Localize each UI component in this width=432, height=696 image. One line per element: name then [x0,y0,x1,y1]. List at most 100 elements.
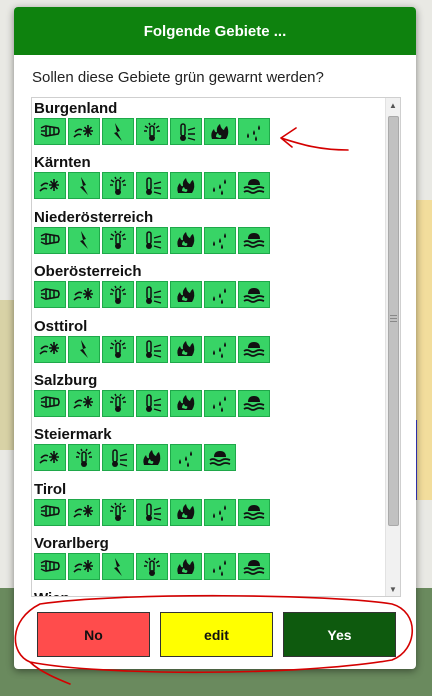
region-name: Kärnten [34,154,91,172]
warning-icon-row [33,281,383,309]
warning-icon-row [33,389,383,417]
rain-icon[interactable] [170,444,202,472]
snow-rain-icon[interactable] [34,335,66,363]
snow-rain-icon[interactable] [68,389,100,417]
forest-fire-icon[interactable] [136,444,168,472]
dialog-footer: No edit Yes [14,605,416,669]
region-name: Vorarlberg [34,535,109,553]
wind-icon[interactable] [34,553,66,581]
cold-icon[interactable] [136,389,168,417]
forest-fire-icon[interactable] [170,172,202,200]
heat-icon[interactable] [68,444,100,472]
cold-icon[interactable] [136,226,168,254]
region-row: Steiermark [33,424,383,478]
yes-button[interactable]: Yes [283,612,396,657]
thunderstorm-icon[interactable] [102,553,134,581]
flood-icon[interactable] [238,389,270,417]
map-border-line [415,420,432,500]
region-row: Vorarlberg [33,533,383,587]
region-name: Tirol [34,480,67,498]
snow-rain-icon[interactable] [68,498,100,526]
rain-icon[interactable] [204,553,236,581]
snow-rain-icon[interactable] [34,172,66,200]
forest-fire-icon[interactable] [170,281,202,309]
wind-icon[interactable] [34,118,66,145]
scroll-up-arrow-icon[interactable]: ▲ [386,98,400,112]
flood-icon[interactable] [238,172,270,200]
flood-icon[interactable] [238,226,270,254]
heat-icon[interactable] [136,553,168,581]
wind-icon[interactable] [34,498,66,526]
warning-icon-row [33,226,383,254]
forest-fire-icon[interactable] [170,498,202,526]
rain-icon[interactable] [204,335,236,363]
region-name: Burgenland [34,100,118,117]
rain-icon[interactable] [204,172,236,200]
snow-rain-icon[interactable] [68,281,100,309]
forest-fire-icon[interactable] [170,335,202,363]
flood-icon[interactable] [204,444,236,472]
wind-icon[interactable] [34,389,66,417]
region-row: Tirol [33,479,383,533]
region-list[interactable]: Burgenland Kärnten Niederösterreich Oberöst… [31,97,401,597]
snow-rain-icon[interactable] [68,118,100,145]
flood-icon[interactable] [238,335,270,363]
dialog-title: Folgende Gebiete ... [143,22,287,40]
region-row: Kärnten [33,152,383,206]
heat-icon[interactable] [102,498,134,526]
rain-icon[interactable] [204,226,236,254]
snow-rain-icon[interactable] [34,444,66,472]
snow-rain-icon[interactable] [68,553,100,581]
cold-icon[interactable] [136,172,168,200]
warning-icon-row [33,444,383,472]
thunderstorm-icon[interactable] [68,226,100,254]
forest-fire-icon[interactable] [170,553,202,581]
forest-fire-icon[interactable] [170,389,202,417]
region-row: Osttirol [33,316,383,370]
rain-icon[interactable] [204,281,236,309]
warning-icon-row [33,553,383,581]
forest-fire-icon[interactable] [204,118,236,145]
heat-icon[interactable] [136,118,168,145]
scrollbar[interactable]: ▲ ▼ [385,98,400,596]
cold-icon[interactable] [136,335,168,363]
thunderstorm-icon[interactable] [68,172,100,200]
wind-icon[interactable] [34,226,66,254]
warning-icon-row [33,172,383,200]
region-name: Niederösterreich [34,208,154,226]
region-name: Osttirol [34,317,88,335]
flood-icon[interactable] [238,498,270,526]
region-row: Niederösterreich [33,207,383,261]
region-rows: Burgenland Kärnten Niederösterreich Oberöst… [33,98,383,596]
no-button[interactable]: No [37,612,150,657]
warning-icon-row [33,498,383,526]
heat-icon[interactable] [102,281,134,309]
edit-button[interactable]: edit [160,612,273,657]
warning-icon-row [33,335,383,363]
region-name: Steiermark [34,426,112,444]
flood-icon[interactable] [238,553,270,581]
rain-icon[interactable] [204,498,236,526]
region-name: Wien [33,588,383,596]
rain-icon[interactable] [204,389,236,417]
cold-icon[interactable] [170,118,202,145]
flood-icon[interactable] [238,281,270,309]
heat-icon[interactable] [102,172,134,200]
cold-icon[interactable] [136,281,168,309]
wind-icon[interactable] [34,281,66,309]
scroll-down-arrow-icon[interactable]: ▼ [386,582,400,596]
scrollbar-thumb[interactable] [388,116,399,526]
dialog-header: Folgende Gebiete ... [14,7,416,55]
heat-icon[interactable] [102,335,134,363]
region-name: Salzburg [34,371,98,389]
heat-icon[interactable] [102,389,134,417]
region-name: Oberösterreich [34,263,142,281]
region-row: Salzburg [33,370,383,424]
rain-icon[interactable] [238,118,270,145]
cold-icon[interactable] [136,498,168,526]
thunderstorm-icon[interactable] [102,118,134,145]
thunderstorm-icon[interactable] [68,335,100,363]
cold-icon[interactable] [102,444,134,472]
heat-icon[interactable] [102,226,134,254]
forest-fire-icon[interactable] [170,226,202,254]
